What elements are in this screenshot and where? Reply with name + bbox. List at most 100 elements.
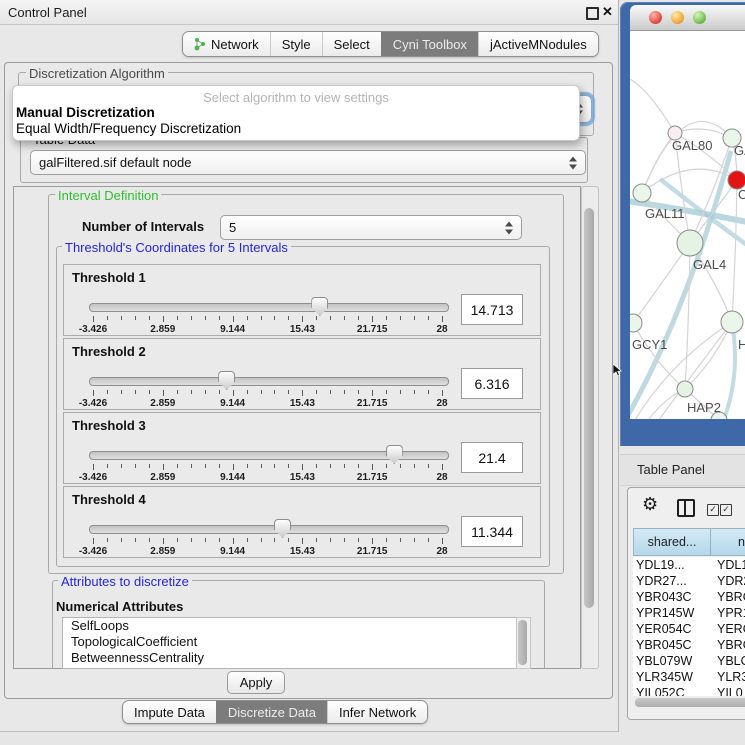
tab-discretize-data[interactable]: Discretize Data xyxy=(216,701,327,723)
slider-track[interactable] xyxy=(89,377,449,386)
zoom-traffic-light[interactable] xyxy=(693,11,706,24)
tick-mark xyxy=(163,538,164,544)
cell-name: YLR3 xyxy=(714,669,745,685)
close-icon[interactable]: ✕ xyxy=(602,4,613,20)
slider-thumb[interactable] xyxy=(386,445,403,464)
scrollbar-thumb[interactable] xyxy=(584,208,594,608)
tick-mark xyxy=(163,316,164,322)
tick-mark xyxy=(358,316,359,320)
tick-mark xyxy=(288,464,289,468)
table-row[interactable]: YDL19...YDL1 xyxy=(633,557,745,573)
network-node[interactable] xyxy=(721,311,743,333)
float-window-icon[interactable] xyxy=(586,7,599,20)
network-node-label: GAL11 xyxy=(645,206,685,221)
slider-track[interactable] xyxy=(89,303,449,312)
number-of-intervals-combobox[interactable]: 5 xyxy=(220,215,522,240)
table-row[interactable]: YBR043CYBRO xyxy=(633,589,745,605)
network-canvas[interactable]: GAL80GACGAL11GAL4GCY1HHAP2 xyxy=(630,31,745,419)
tick-mark xyxy=(261,316,262,320)
attribute-list-item[interactable]: TopologicalCoefficient xyxy=(63,634,516,650)
table-horizontal-scrollbar[interactable] xyxy=(633,697,745,709)
slider-scale: -3.4262.8599.14415.4321.71528 xyxy=(93,398,443,410)
tick-label: 2.859 xyxy=(150,546,175,557)
threshold-value-field[interactable]: 11.344 xyxy=(461,516,523,547)
table-row[interactable]: YLR345WYLR3 xyxy=(633,669,745,685)
table-row[interactable]: YBR045CYBRO xyxy=(633,637,745,653)
cell-shared-name: YLR345W xyxy=(633,669,714,685)
threshold-4-slider[interactable]: -3.4262.8599.14415.4321.71528 xyxy=(89,515,449,557)
table-row[interactable]: YER054CYERO xyxy=(633,621,745,637)
slider-track[interactable] xyxy=(89,525,449,534)
table-panel-titlebar[interactable]: Table Panel xyxy=(620,454,745,486)
tab-style[interactable]: Style xyxy=(270,32,322,56)
scrollbar-thumb[interactable] xyxy=(518,620,527,665)
threshold-value-field[interactable]: 21.4 xyxy=(461,442,523,473)
tab-network[interactable]: Network xyxy=(183,32,270,56)
popup-option-equal-width[interactable]: Equal Width/Frequency Discretization xyxy=(16,121,241,136)
cyni-bottom-tabbar: Impute Data Discretize Data Infer Networ… xyxy=(122,700,428,724)
attribute-list-item[interactable]: BetweennessCentrality xyxy=(63,650,516,666)
network-node[interactable] xyxy=(677,230,703,256)
columns-icon[interactable] xyxy=(677,499,695,517)
attribute-list-item[interactable]: SelfLoops xyxy=(63,618,516,634)
cell-shared-name: YER054C xyxy=(633,621,714,637)
tick-mark xyxy=(247,316,248,320)
settings-vertical-scrollbar[interactable] xyxy=(581,186,599,669)
window-title: Control Panel xyxy=(8,5,87,20)
tick-mark xyxy=(330,538,331,542)
tab-jactivemnodules[interactable]: jActiveMNodules xyxy=(478,32,598,56)
slider-thumb[interactable] xyxy=(274,519,291,538)
tick-mark xyxy=(205,538,206,542)
column-header-shared[interactable]: shared... xyxy=(633,528,711,556)
table-row[interactable]: YDR27...YDR2 xyxy=(633,573,745,589)
checkbox-icon[interactable]: ✓ xyxy=(720,504,732,516)
threshold-1-slider[interactable]: -3.4262.8599.14415.4321.71528 xyxy=(89,293,449,335)
network-window-titlebar[interactable] xyxy=(630,5,745,31)
column-header-name[interactable]: na xyxy=(711,528,745,556)
tick-mark xyxy=(135,538,136,542)
tab-impute-data[interactable]: Impute Data xyxy=(123,701,216,723)
network-edge[interactable] xyxy=(732,180,737,322)
tab-cyni-toolbox[interactable]: Cyni Toolbox xyxy=(381,32,478,56)
table-row[interactable]: YIL052CYIL0 xyxy=(633,685,745,696)
tick-mark xyxy=(93,390,94,396)
threshold-2-slider[interactable]: -3.4262.8599.14415.4321.71528 xyxy=(89,367,449,409)
attributes-list-scrollbar[interactable] xyxy=(516,617,531,669)
threshold-3-slider[interactable]: -3.4262.8599.14415.4321.71528 xyxy=(89,441,449,483)
tick-mark xyxy=(205,316,206,320)
apply-button[interactable]: Apply xyxy=(227,671,285,694)
tick-mark xyxy=(428,538,429,542)
table-row[interactable]: YPR145WYPR1 xyxy=(633,605,745,621)
close-traffic-light[interactable] xyxy=(649,11,662,24)
network-edge[interactable] xyxy=(630,79,675,133)
tick-mark xyxy=(93,464,94,470)
network-node[interactable] xyxy=(630,314,642,332)
gear-icon[interactable]: ⚙ xyxy=(642,494,658,515)
threshold-value-field[interactable]: 14.713 xyxy=(461,294,523,325)
slider-thumb[interactable] xyxy=(218,371,235,390)
popup-option-manual[interactable]: Manual Discretization xyxy=(16,105,155,120)
network-node[interactable] xyxy=(633,184,651,202)
control-panel-titlebar[interactable]: Control Panel ✕ xyxy=(0,0,618,25)
tick-mark xyxy=(386,390,387,394)
tab-infer-network[interactable]: Infer Network xyxy=(327,701,427,723)
table-data-combobox[interactable]: galFiltered.sif default node xyxy=(30,150,586,175)
checkbox-icon[interactable]: ✓ xyxy=(707,504,719,516)
network-node-label: GCY1 xyxy=(632,337,667,352)
tick-mark xyxy=(205,464,206,468)
tab-label: Style xyxy=(282,37,311,52)
minimize-traffic-light[interactable] xyxy=(671,11,684,24)
threshold-value-field[interactable]: 6.316 xyxy=(461,368,523,399)
network-node[interactable] xyxy=(677,381,693,397)
tick-mark xyxy=(428,464,429,468)
table-row[interactable]: YBL079WYBLO xyxy=(633,653,745,669)
control-panel-tabbar: Network Style Select Cyni Toolbox jActiv… xyxy=(182,31,599,57)
tab-select[interactable]: Select xyxy=(322,32,381,56)
network-edge[interactable] xyxy=(685,243,690,389)
tick-mark xyxy=(219,464,220,468)
tick-mark xyxy=(191,316,192,320)
network-edge[interactable] xyxy=(633,243,690,323)
slider-thumb[interactable] xyxy=(311,297,328,316)
scrollbar-thumb[interactable] xyxy=(635,698,745,707)
numerical-attributes-list[interactable]: SelfLoopsTopologicalCoefficientBetweenne… xyxy=(62,617,517,669)
